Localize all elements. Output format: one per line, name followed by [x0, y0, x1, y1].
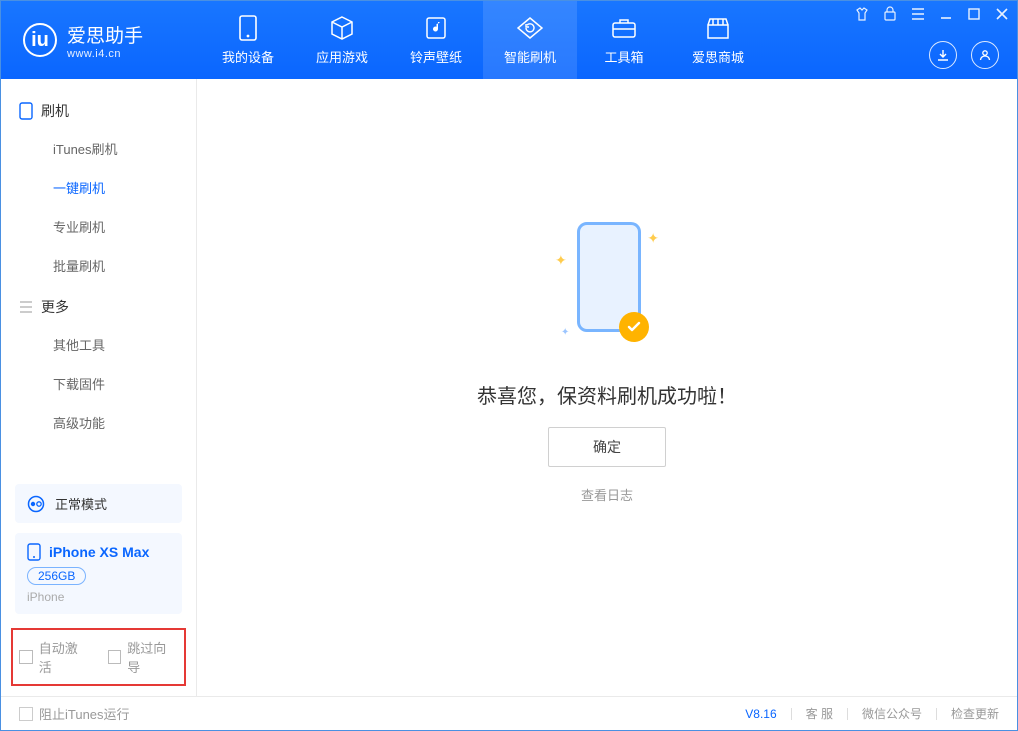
- divider: [847, 708, 848, 720]
- logo-letter: iu: [31, 29, 49, 52]
- app-name: 爱思助手: [67, 21, 143, 48]
- device-type: iPhone: [27, 590, 170, 604]
- phone-icon: [27, 543, 41, 561]
- titlebar: iu 爱思助手 www.i4.cn 我的设备 应用游戏: [1, 1, 1017, 79]
- checkbox-label: 自动激活: [39, 638, 90, 676]
- body: 刷机 iTunes刷机 一键刷机 专业刷机 批量刷机 更多 其他工具 下载固件 …: [1, 79, 1017, 696]
- success-illustration: ✦ ✦ ✦: [547, 212, 667, 362]
- sidebar-item-itunes-flash[interactable]: iTunes刷机: [1, 129, 196, 168]
- nav-label: 工具箱: [604, 47, 643, 66]
- sidebar-item-advanced[interactable]: 高级功能: [1, 403, 196, 442]
- sidebar-item-batch-flash[interactable]: 批量刷机: [1, 246, 196, 285]
- sparkle-icon: ✦: [555, 252, 567, 269]
- wechat-link[interactable]: 微信公众号: [862, 705, 922, 722]
- logo-text: 爱思助手 www.i4.cn: [67, 21, 143, 60]
- shop-icon: [705, 15, 731, 41]
- sidebar-sections: 刷机 iTunes刷机 一键刷机 专业刷机 批量刷机 更多 其他工具 下载固件 …: [1, 79, 196, 476]
- footer: 阻止iTunes运行 V8.16 客 服 微信公众号 检查更新: [1, 696, 1017, 730]
- app-url: www.i4.cn: [67, 48, 143, 60]
- user-controls: [929, 41, 999, 69]
- minimize-button[interactable]: [937, 5, 955, 23]
- close-button[interactable]: [993, 5, 1011, 23]
- nav-label: 智能刷机: [504, 47, 556, 66]
- mode-label: 正常模式: [55, 494, 107, 513]
- nav-smart-flash[interactable]: 智能刷机: [483, 1, 577, 79]
- phone-outline-icon: [19, 102, 33, 120]
- check-badge-icon: [619, 312, 649, 342]
- sidebar-section-flash: 刷机: [1, 89, 196, 129]
- options-row: 自动激活 跳过向导: [11, 628, 186, 686]
- sparkle-icon: ✦: [561, 327, 569, 338]
- sidebar-item-pro-flash[interactable]: 专业刷机: [1, 207, 196, 246]
- main-nav: 我的设备 应用游戏 铃声壁纸 智能刷机: [201, 1, 765, 79]
- section-title: 更多: [41, 297, 69, 317]
- divider: [936, 708, 937, 720]
- nav-label: 我的设备: [222, 47, 274, 66]
- customer-service-link[interactable]: 客 服: [806, 705, 833, 722]
- refresh-icon: [517, 15, 543, 41]
- checkbox-icon: [19, 650, 33, 664]
- menu-icon[interactable]: [909, 5, 927, 23]
- list-icon: [19, 301, 33, 313]
- ok-button[interactable]: 确定: [548, 427, 666, 467]
- app-logo-icon: iu: [23, 23, 57, 57]
- sparkle-icon: ✦: [647, 230, 659, 247]
- sidebar-item-other-tools[interactable]: 其他工具: [1, 325, 196, 364]
- checkbox-label: 阻止iTunes运行: [39, 704, 130, 723]
- download-button[interactable]: [929, 41, 957, 69]
- nav-my-device[interactable]: 我的设备: [201, 1, 295, 79]
- nav-label: 铃声壁纸: [410, 47, 462, 66]
- maximize-button[interactable]: [965, 5, 983, 23]
- lock-icon[interactable]: [881, 5, 899, 23]
- nav-toolbox[interactable]: 工具箱: [577, 1, 671, 79]
- checkbox-label: 跳过向导: [127, 638, 178, 676]
- logo-area: iu 爱思助手 www.i4.cn: [1, 21, 201, 60]
- checkbox-skip-wizard[interactable]: 跳过向导: [108, 638, 179, 676]
- checkbox-icon: [19, 707, 33, 721]
- cube-icon: [329, 15, 355, 41]
- nav-ringtone-wallpaper[interactable]: 铃声壁纸: [389, 1, 483, 79]
- checkbox-block-itunes[interactable]: 阻止iTunes运行: [19, 704, 130, 723]
- view-log-link[interactable]: 查看日志: [581, 485, 633, 504]
- sidebar-section-more: 更多: [1, 285, 196, 325]
- sidebar-item-download-firmware[interactable]: 下载固件: [1, 364, 196, 403]
- device-name: iPhone XS Max: [49, 544, 149, 560]
- device-icon: [235, 15, 261, 41]
- sidebar-item-oneclick-flash[interactable]: 一键刷机: [1, 168, 196, 207]
- device-box[interactable]: iPhone XS Max 256GB iPhone: [15, 533, 182, 614]
- user-button[interactable]: [971, 41, 999, 69]
- mode-icon: [27, 495, 45, 513]
- divider: [791, 708, 792, 720]
- shirt-icon[interactable]: [853, 5, 871, 23]
- check-update-link[interactable]: 检查更新: [951, 705, 999, 722]
- window-controls: [853, 5, 1011, 23]
- content-area: ✦ ✦ ✦ 恭喜您，保资料刷机成功啦！ 确定 查看日志: [197, 79, 1017, 696]
- checkbox-icon: [108, 650, 122, 664]
- toolbox-icon: [611, 15, 637, 41]
- music-icon: [423, 15, 449, 41]
- nav-label: 应用游戏: [316, 47, 368, 66]
- section-title: 刷机: [41, 101, 69, 121]
- mode-box[interactable]: 正常模式: [15, 484, 182, 523]
- version-label: V8.16: [745, 707, 776, 721]
- nav-store[interactable]: 爱思商城: [671, 1, 765, 79]
- nav-label: 爱思商城: [692, 47, 744, 66]
- nav-apps-games[interactable]: 应用游戏: [295, 1, 389, 79]
- device-capacity: 256GB: [27, 567, 86, 585]
- checkbox-auto-activate[interactable]: 自动激活: [19, 638, 90, 676]
- footer-right: V8.16 客 服 微信公众号 检查更新: [745, 705, 999, 722]
- success-message: 恭喜您，保资料刷机成功啦！: [477, 380, 737, 409]
- app-window: iu 爱思助手 www.i4.cn 我的设备 应用游戏: [0, 0, 1018, 731]
- sidebar: 刷机 iTunes刷机 一键刷机 专业刷机 批量刷机 更多 其他工具 下载固件 …: [1, 79, 197, 696]
